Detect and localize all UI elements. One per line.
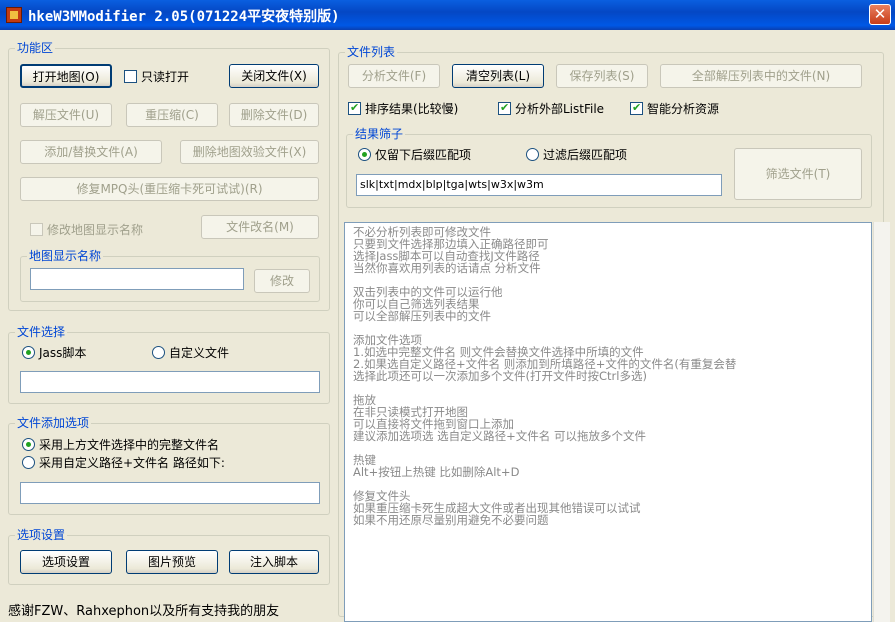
smart-analyze-box[interactable] bbox=[630, 101, 643, 115]
sort-results-label: 排序结果(比较慢) bbox=[365, 102, 459, 116]
settings-group-label: 选项设置 bbox=[15, 528, 68, 542]
repair-mpq-button[interactable]: 修复MPQ头(重压缩卡死可试试)(R) bbox=[20, 177, 319, 201]
clear-list-button[interactable]: 清空列表(L) bbox=[452, 64, 544, 88]
readonly-box[interactable] bbox=[124, 70, 137, 83]
extract-file-button[interactable]: 解压文件(U) bbox=[20, 103, 112, 127]
rename-file-button[interactable]: 文件改名(M) bbox=[201, 215, 319, 239]
help-text: 不必分析列表即可修改文件 只要到文件选择那边填入正确路径即可 选择Jass脚本可以自… bbox=[345, 223, 871, 526]
file-path-input[interactable] bbox=[20, 371, 320, 393]
custom-file-label: 自定义文件 bbox=[169, 346, 230, 360]
analyze-external-label: 分析外部ListFile bbox=[515, 102, 605, 116]
help-line: 选择此项还可以一次添加多个文件(打开文件时按Ctrl多选) bbox=[353, 369, 647, 383]
window-title: hkeW3MModifier 2.05(071224平安夜特别版) bbox=[28, 9, 340, 25]
app-icon bbox=[6, 7, 22, 23]
settings-button[interactable]: 选项设置 bbox=[20, 550, 112, 574]
add-options-group-label: 文件添加选项 bbox=[15, 416, 92, 430]
filter-group-label: 结果筛子 bbox=[353, 127, 406, 141]
extract-all-button[interactable]: 全部解压列表中的文件(N) bbox=[660, 64, 862, 88]
analyze-file-button[interactable]: 分析文件(F) bbox=[348, 64, 440, 88]
file-list-group-label: 文件列表 bbox=[345, 45, 398, 59]
help-line bbox=[345, 322, 871, 334]
help-line: 当然你喜欢用列表的话请点 分析文件 bbox=[353, 261, 541, 275]
file-list-textarea[interactable]: 不必分析列表即可修改文件 只要到文件选择那边填入正确路径即可 选择Jass脚本可以自… bbox=[344, 222, 872, 622]
readonly-label: 只读打开 bbox=[141, 70, 190, 84]
jass-radio-dot[interactable] bbox=[22, 346, 35, 359]
help-line: Alt+按钮上热键 比如删除Alt+D bbox=[353, 465, 520, 479]
thanks-text: 感谢FZW、Rahxephon以及所有支持我的朋友 bbox=[8, 604, 280, 619]
full-filename-label: 采用上方文件选择中的完整文件名 bbox=[39, 438, 220, 452]
delete-checksum-button[interactable]: 删除地图效验文件(X) bbox=[180, 140, 319, 164]
modify-name-box[interactable] bbox=[30, 223, 43, 236]
custom-path-label: 采用自定义路径+文件名 路径如下: bbox=[39, 456, 225, 470]
file-select-group: 文件选择 bbox=[8, 325, 330, 404]
help-line: 如果不用还原尽量别用避免不必要问题 bbox=[353, 513, 549, 527]
filter-files-button[interactable]: 筛选文件(T) bbox=[734, 148, 862, 200]
open-map-button[interactable]: 打开地图(O) bbox=[20, 64, 112, 88]
close-file-button[interactable]: 关闭文件(X) bbox=[229, 64, 319, 88]
filter-extensions-input[interactable]: slk|txt|mdx|blp|tga|wts|w3x|w3m bbox=[356, 174, 722, 196]
jass-label: Jass脚本 bbox=[39, 346, 87, 360]
custom-path-input[interactable] bbox=[20, 482, 320, 504]
full-filename-radio-dot[interactable] bbox=[22, 438, 35, 451]
sort-results-box[interactable] bbox=[348, 101, 361, 115]
inject-script-button[interactable]: 注入脚本 bbox=[229, 550, 319, 574]
analyze-external-box[interactable] bbox=[498, 101, 511, 115]
keep-matching-label: 仅留下后缀匹配项 bbox=[375, 148, 472, 162]
custom-file-radio-dot[interactable] bbox=[152, 346, 165, 359]
map-name-group-label: 地图显示名称 bbox=[27, 249, 104, 263]
filter-matching-label: 过滤后缀匹配项 bbox=[543, 148, 628, 162]
help-line bbox=[345, 442, 871, 454]
custom-path-radio-dot[interactable] bbox=[22, 456, 35, 469]
recompress-button[interactable]: 重压缩(C) bbox=[126, 103, 218, 127]
close-window-button[interactable]: ✕ bbox=[869, 4, 891, 25]
title-bar[interactable]: hkeW3MModifier 2.05(071224平安夜特别版) ✕ bbox=[0, 0, 895, 30]
file-list-scrollbar[interactable] bbox=[873, 222, 890, 622]
help-line: 建议添加选项选 选自定义路径+文件名 可以拖放多个文件 bbox=[353, 429, 646, 443]
save-list-button[interactable]: 保存列表(S) bbox=[556, 64, 648, 88]
filter-matching-radio-dot[interactable] bbox=[526, 148, 539, 161]
function-group-label: 功能区 bbox=[15, 41, 56, 55]
modify-name-button[interactable]: 修改 bbox=[254, 269, 310, 293]
file-select-group-label: 文件选择 bbox=[15, 325, 68, 339]
add-replace-button[interactable]: 添加/替换文件(A) bbox=[20, 140, 162, 164]
help-line bbox=[345, 478, 871, 490]
keep-matching-radio-dot[interactable] bbox=[358, 148, 371, 161]
image-preview-button[interactable]: 图片预览 bbox=[126, 550, 218, 574]
help-line: 可以全部解压列表中的文件 bbox=[353, 309, 491, 323]
help-line bbox=[345, 382, 871, 394]
map-name-input[interactable] bbox=[30, 268, 244, 290]
smart-analyze-label: 智能分析资源 bbox=[647, 102, 720, 116]
modify-name-label: 修改地图显示名称 bbox=[47, 223, 144, 237]
main-window: hkeW3MModifier 2.05(071224平安夜特别版) ✕ 功能区 … bbox=[0, 0, 895, 622]
delete-file-button[interactable]: 删除文件(D) bbox=[229, 103, 319, 127]
